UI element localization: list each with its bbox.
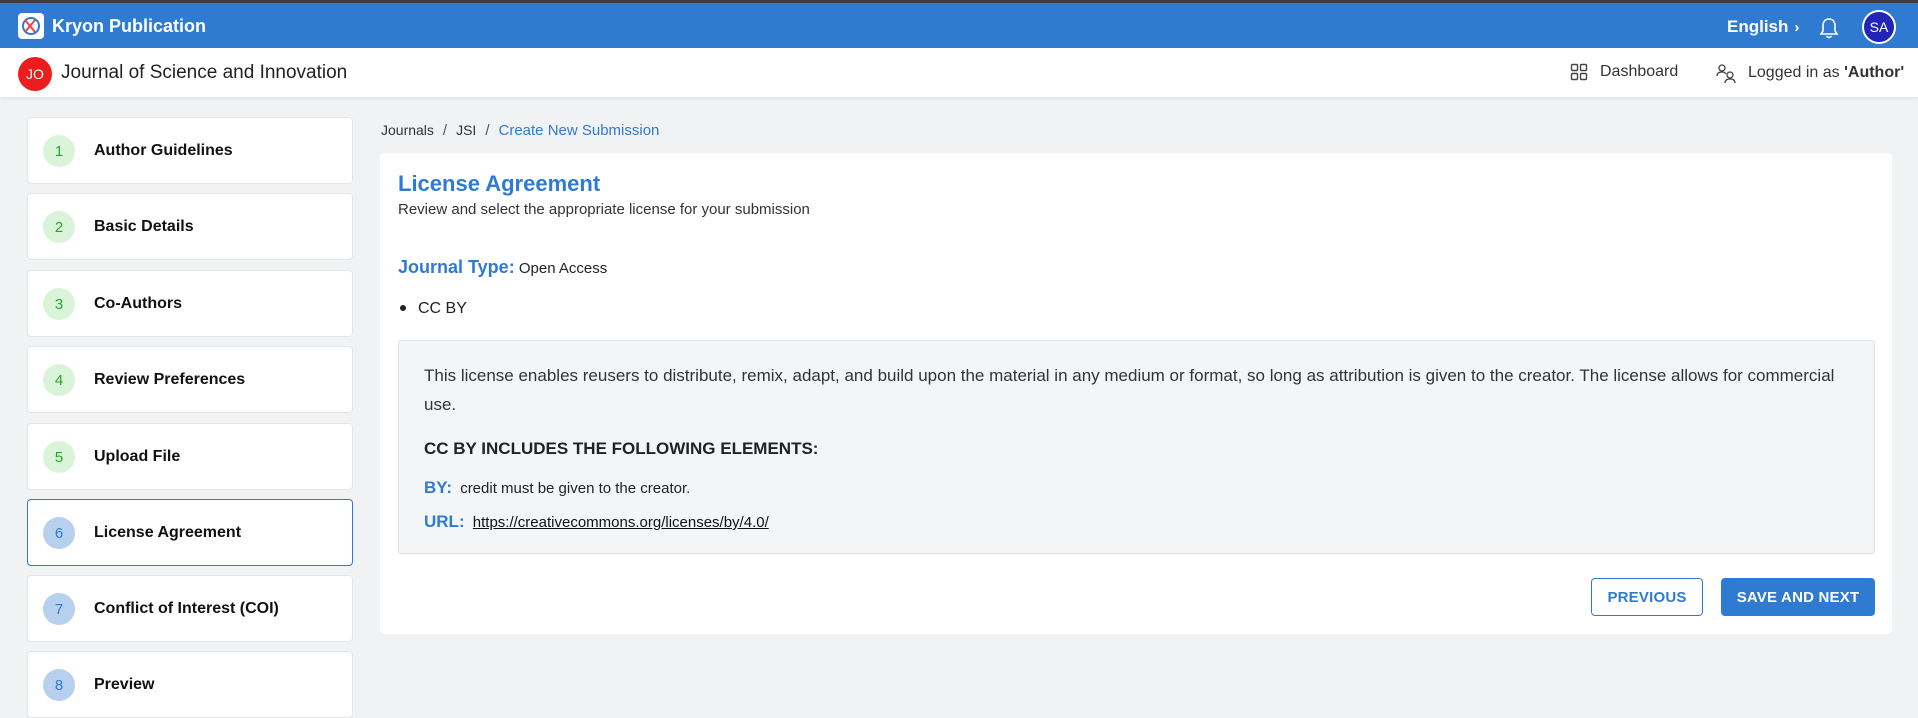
url-label: URL: — [424, 512, 465, 531]
top-app-bar: Kryon Publication English › SA — [0, 0, 1918, 48]
step-label: Review Preferences — [94, 371, 246, 388]
notification-bell-icon[interactable] — [1818, 16, 1840, 40]
breadcrumb-current: Create New Submission — [498, 122, 660, 139]
step-co-authors[interactable]: 3 Co-Authors — [27, 270, 353, 337]
breadcrumb-journals[interactable]: Journals — [381, 122, 434, 138]
step-preview[interactable]: 8 Preview — [27, 651, 353, 718]
save-and-next-button[interactable]: SAVE AND NEXT — [1721, 578, 1875, 616]
chevron-right-icon: › — [1794, 19, 1800, 36]
language-selector[interactable]: English › — [1727, 17, 1799, 37]
user-avatar[interactable]: SA — [1862, 10, 1896, 44]
step-number: 8 — [43, 669, 75, 701]
step-review-preferences[interactable]: 4 Review Preferences — [27, 346, 353, 413]
step-label: Basic Details — [94, 218, 194, 235]
step-number: 6 — [43, 517, 75, 549]
step-label: Co-Authors — [94, 295, 182, 312]
step-number: 2 — [43, 211, 75, 243]
license-url: URL: https://creativecommons.org/license… — [424, 512, 769, 532]
page-title: License Agreement — [398, 171, 601, 196]
step-number: 1 — [43, 135, 75, 167]
language-label: English — [1727, 17, 1789, 36]
logged-in-label: Logged in as 'Author' — [1748, 64, 1905, 81]
breadcrumb-jsi[interactable]: JSI — [456, 122, 476, 138]
logged-in-info: Logged in as 'Author' — [1716, 63, 1904, 83]
step-number: 7 — [43, 593, 75, 625]
step-label: Conflict of Interest (COI) — [94, 600, 279, 617]
step-label: Upload File — [94, 448, 181, 465]
step-license-agreement[interactable]: 6 License Agreement — [27, 499, 353, 566]
step-number: 3 — [43, 288, 75, 320]
step-conflict-of-interest[interactable]: 7 Conflict of Interest (COI) — [27, 575, 353, 642]
step-label: License Agreement — [94, 524, 242, 541]
journal-type: Journal Type: Open Access — [398, 257, 607, 278]
bullet-icon — [400, 305, 406, 311]
dashboard-label: Dashboard — [1600, 63, 1679, 80]
step-number: 5 — [43, 441, 75, 473]
step-basic-details[interactable]: 2 Basic Details — [27, 193, 353, 260]
license-description: This license enables reusers to distribu… — [424, 366, 1835, 414]
page-subtitle: Review and select the appropriate licens… — [398, 201, 810, 218]
journal-title: Journal of Science and Innovation — [61, 62, 348, 83]
journal-header-bar: JO Journal of Science and Innovation Das… — [0, 48, 1918, 97]
selected-license-item: CC BY — [398, 300, 467, 318]
app-name: Kryon Publication — [52, 16, 207, 36]
step-label: Preview — [94, 676, 155, 693]
journal-badge: JO — [18, 57, 52, 91]
step-author-guidelines[interactable]: 1 Author Guidelines — [27, 117, 353, 184]
license-element-by: BY: credit must be given to the creator. — [424, 478, 690, 498]
previous-button[interactable]: PREVIOUS — [1591, 578, 1703, 616]
step-number: 4 — [43, 364, 75, 396]
breadcrumb: Journals / JSI / Create New Submission — [381, 122, 660, 139]
users-switch-icon — [1716, 64, 1736, 83]
step-label: Author Guidelines — [94, 142, 233, 159]
license-url-link[interactable]: https://creativecommons.org/licenses/by/… — [473, 514, 769, 531]
license-elements-heading: CC BY INCLUDES THE FOLLOWING ELEMENTS: — [424, 439, 819, 458]
user-role: 'Author' — [1844, 64, 1905, 81]
license-info-box: This license enables reusers to distribu… — [398, 340, 1875, 554]
dashboard-link[interactable]: Dashboard — [1570, 63, 1678, 81]
journal-type-value: Open Access — [518, 260, 608, 277]
step-upload-file[interactable]: 5 Upload File — [27, 423, 353, 490]
by-text: credit must be given to the creator. — [460, 480, 691, 497]
kryon-logo-icon — [18, 13, 44, 39]
dashboard-grid-icon — [1570, 63, 1588, 81]
selected-license: CC BY — [418, 300, 467, 317]
by-label: BY: — [424, 478, 453, 497]
license-agreement-card: License Agreement Review and select the … — [380, 153, 1892, 634]
journal-type-label: Journal Type: — [398, 257, 515, 277]
